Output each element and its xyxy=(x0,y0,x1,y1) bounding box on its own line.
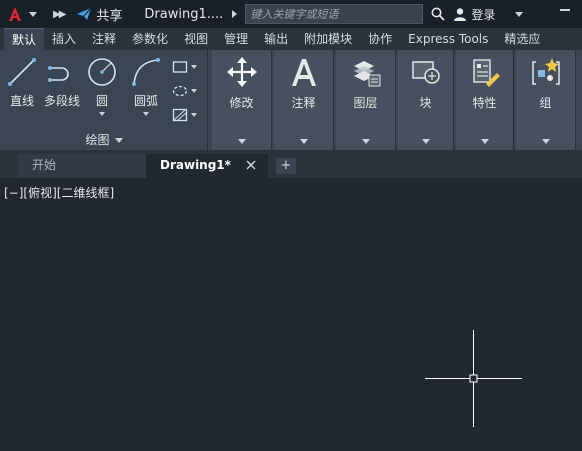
document-tab-bar: 开始 Drawing1* + xyxy=(0,150,582,178)
block-icon xyxy=(411,61,440,84)
text-a-icon xyxy=(291,59,316,86)
tab-express-tools[interactable]: Express Tools xyxy=(400,28,496,50)
circle-tool-button[interactable]: 圆 xyxy=(86,56,118,116)
close-tab-icon[interactable] xyxy=(246,160,256,170)
tab-collaborate[interactable]: 协作 xyxy=(360,28,400,50)
layers-panel-label: 图层 xyxy=(353,96,378,110)
draw-panel-title[interactable]: 绘图 xyxy=(0,131,208,148)
ellipse-dropdown-icon[interactable] xyxy=(191,89,197,93)
document-title: Drawing1.... xyxy=(144,6,224,22)
ellipse-icon xyxy=(172,85,188,97)
annotation-panel-dropdown-icon[interactable] xyxy=(299,139,308,144)
properties-panel-label: 特性 xyxy=(472,96,497,110)
properties-panel-dropdown-icon[interactable] xyxy=(480,139,489,144)
modify-panel-label: 修改 xyxy=(229,96,254,110)
title-bar: ▶▶ 共享 Drawing1.... 登录 xyxy=(0,0,582,28)
polyline-tool-label: 多段线 xyxy=(44,94,81,108)
line-icon xyxy=(8,58,36,86)
group-panel-label: 组 xyxy=(539,96,552,110)
circle-tool-label: 圆 xyxy=(95,94,108,108)
properties-icon xyxy=(472,59,500,87)
tab-addins[interactable]: 附加模块 xyxy=(296,28,360,50)
ribbon-tab-bar: 默认 插入 注释 参数化 视图 管理 输出 附加模块 协作 Express To… xyxy=(0,28,582,50)
minimize-icon[interactable] xyxy=(560,9,570,11)
polyline-tool-button[interactable]: 多段线 xyxy=(44,56,80,109)
search-button[interactable] xyxy=(429,5,447,23)
line-tool-label: 直线 xyxy=(9,94,34,108)
tab-featured[interactable]: 精选应 xyxy=(496,28,548,50)
rectangle-tool-button[interactable] xyxy=(172,60,197,74)
arc-icon xyxy=(132,58,160,86)
block-panel-dropdown-icon[interactable] xyxy=(421,139,430,144)
block-panel-label: 块 xyxy=(419,96,432,110)
layers-icon xyxy=(353,61,380,87)
annotation-panel-label: 注释 xyxy=(291,96,316,110)
arc-tool-button[interactable]: 圆弧 xyxy=(130,56,162,116)
draw-panel-expand-icon[interactable] xyxy=(114,138,123,143)
draw-panel: 直线 多段线 圆 圆弧 绘图 xyxy=(0,50,208,150)
properties-panel-button[interactable]: 特性 xyxy=(456,50,514,150)
hatch-dropdown-icon[interactable] xyxy=(191,113,197,117)
title-expand-arrow-icon[interactable] xyxy=(232,10,238,18)
hatch-tool-button[interactable] xyxy=(172,108,197,122)
app-menu-caret-icon[interactable] xyxy=(29,11,37,17)
hatch-icon xyxy=(172,108,188,122)
tab-start[interactable]: 开始 xyxy=(18,154,146,178)
tab-output[interactable]: 输出 xyxy=(256,28,296,50)
share-button[interactable]: 共享 xyxy=(76,5,122,24)
tab-default[interactable]: 默认 xyxy=(4,28,45,50)
search-input[interactable] xyxy=(245,4,424,24)
layers-panel-dropdown-icon[interactable] xyxy=(361,139,370,144)
draw-panel-title-label: 绘图 xyxy=(85,133,110,147)
crosshair-cursor-icon xyxy=(425,330,522,427)
quick-access-more-icon[interactable]: ▶▶ xyxy=(53,9,66,20)
app-menu-button[interactable] xyxy=(4,3,26,25)
modify-panel-button[interactable]: 修改 xyxy=(212,50,272,150)
line-tool-button[interactable]: 直线 xyxy=(6,56,38,109)
group-panel-dropdown-icon[interactable] xyxy=(541,139,550,144)
new-tab-button[interactable]: + xyxy=(276,158,296,174)
user-icon xyxy=(454,8,467,21)
arc-tool-label: 圆弧 xyxy=(133,94,158,108)
autocad-logo-icon xyxy=(9,7,21,21)
paper-plane-icon xyxy=(77,7,92,20)
drawing-canvas[interactable]: [−][俯视][二维线框] xyxy=(0,178,582,451)
login-caret-icon[interactable] xyxy=(515,11,524,17)
circle-icon xyxy=(88,58,116,86)
tab-annotate[interactable]: 注释 xyxy=(84,28,124,50)
circle-dropdown-icon[interactable] xyxy=(99,112,105,116)
tab-view[interactable]: 视图 xyxy=(176,28,216,50)
tab-insert[interactable]: 插入 xyxy=(44,28,84,50)
share-label: 共享 xyxy=(96,8,123,24)
viewport-controls[interactable]: [−][俯视][二维线框] xyxy=(4,184,114,201)
group-icon xyxy=(531,58,560,85)
move-arrows-icon xyxy=(226,57,257,87)
block-panel-button[interactable]: 块 xyxy=(398,50,454,150)
rectangle-icon xyxy=(172,61,188,73)
tab-parametric[interactable]: 参数化 xyxy=(124,28,176,50)
polyline-icon xyxy=(48,66,69,82)
annotation-panel-button[interactable]: 注释 xyxy=(274,50,334,150)
login-label: 登录 xyxy=(471,7,496,22)
group-panel-button[interactable]: 组 xyxy=(516,50,576,150)
search-icon xyxy=(431,7,446,21)
ribbon-panel-area: 直线 多段线 圆 圆弧 绘图 修改 注释 图层 块 特性 组 xyxy=(0,50,582,150)
login-button[interactable]: 登录 xyxy=(453,6,495,23)
ellipse-tool-button[interactable] xyxy=(172,84,197,98)
arc-dropdown-icon[interactable] xyxy=(143,112,149,116)
modify-panel-dropdown-icon[interactable] xyxy=(237,139,246,144)
rectangle-dropdown-icon[interactable] xyxy=(191,65,197,69)
layers-panel-button[interactable]: 图层 xyxy=(336,50,396,150)
tab-manage[interactable]: 管理 xyxy=(216,28,256,50)
